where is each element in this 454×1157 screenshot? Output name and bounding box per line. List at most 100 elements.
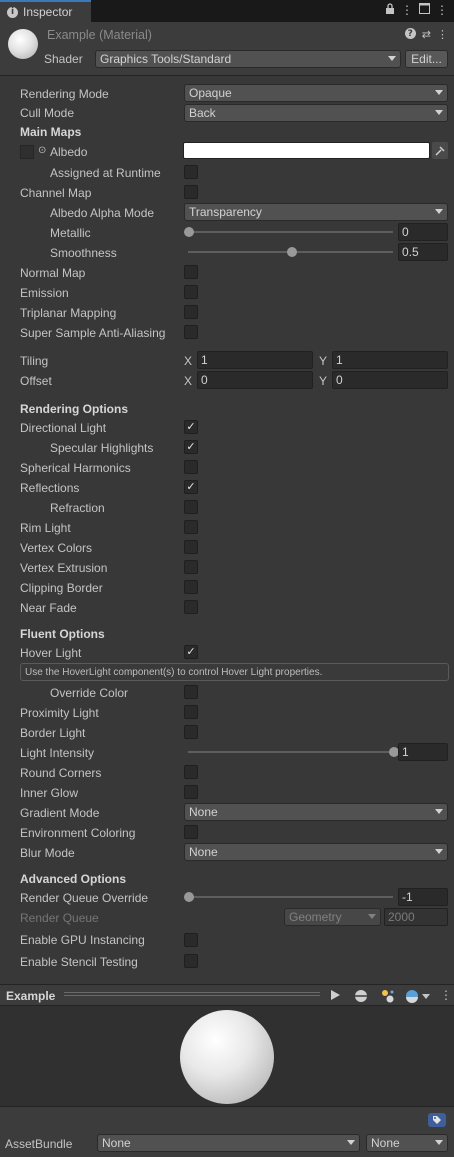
smoothness-slider-knob[interactable] bbox=[286, 247, 297, 257]
border-light-checkbox[interactable] bbox=[184, 725, 198, 739]
lights-icon[interactable] bbox=[380, 988, 396, 1007]
render-queue-label: Render Queue bbox=[20, 911, 99, 925]
smoothness-label: Smoothness bbox=[50, 246, 117, 260]
help-icon[interactable]: ? bbox=[404, 28, 416, 39]
ssaa-label: Super Sample Anti-Aliasing bbox=[20, 326, 166, 340]
preview-title: Example bbox=[6, 989, 56, 1003]
near-fade-checkbox[interactable] bbox=[184, 600, 198, 614]
chevron-down-icon bbox=[368, 914, 376, 919]
vertex-extrusion-checkbox[interactable] bbox=[184, 560, 198, 574]
rim-light-checkbox[interactable] bbox=[184, 520, 198, 534]
tiling-y-input[interactable]: 1 bbox=[332, 351, 448, 369]
hover-light-checkbox[interactable]: ✓ bbox=[184, 645, 198, 659]
light-intensity-input[interactable]: 1 bbox=[398, 743, 448, 761]
vertex-colors-checkbox[interactable] bbox=[184, 540, 198, 554]
clipping-border-checkbox[interactable] bbox=[184, 580, 198, 594]
asset-bundle-name-value: None bbox=[102, 1136, 131, 1150]
sphere-mesh-icon[interactable] bbox=[354, 989, 368, 1006]
light-intensity-slider-track[interactable] bbox=[188, 751, 393, 753]
albedo-alpha-mode-dropdown[interactable]: Transparency bbox=[184, 203, 448, 221]
inner-glow-checkbox[interactable] bbox=[184, 785, 198, 799]
proximity-light-label: Proximity Light bbox=[20, 706, 99, 720]
stencil-testing-label: Enable Stencil Testing bbox=[20, 955, 138, 969]
preview-drag-handle[interactable] bbox=[64, 990, 320, 1000]
gpu-instancing-checkbox[interactable] bbox=[184, 933, 198, 947]
cull-mode-dropdown[interactable]: Back bbox=[184, 104, 448, 122]
render-queue-override-slider-knob[interactable] bbox=[184, 892, 194, 902]
asset-bundle-name-dropdown[interactable]: None bbox=[97, 1134, 360, 1152]
offset-y-input[interactable]: 0 bbox=[332, 371, 448, 389]
assigned-at-runtime-checkbox[interactable] bbox=[184, 165, 198, 179]
chevron-down-icon bbox=[435, 209, 443, 214]
round-corners-checkbox[interactable] bbox=[184, 765, 198, 779]
spherical-harmonics-checkbox[interactable] bbox=[184, 460, 198, 474]
tiling-y-label: Y bbox=[319, 354, 328, 368]
material-thumbnail bbox=[8, 29, 38, 59]
material-preview-sphere[interactable] bbox=[180, 1010, 274, 1104]
play-icon[interactable] bbox=[329, 989, 341, 1004]
proximity-light-checkbox[interactable] bbox=[184, 705, 198, 719]
normal-map-checkbox[interactable] bbox=[184, 265, 198, 279]
offset-x-input[interactable]: 0 bbox=[197, 371, 313, 389]
more-vertical-icon[interactable]: ⋮ bbox=[440, 988, 452, 1002]
asset-bundle-variant-dropdown[interactable]: None bbox=[366, 1134, 448, 1152]
directional-light-checkbox[interactable]: ✓ bbox=[184, 420, 198, 434]
channel-map-checkbox[interactable] bbox=[184, 185, 198, 199]
shader-label: Shader bbox=[44, 52, 83, 66]
metallic-slider-knob[interactable] bbox=[184, 227, 194, 237]
stencil-testing-checkbox[interactable] bbox=[184, 954, 198, 968]
tab-inspector[interactable]: i Inspector bbox=[0, 0, 91, 22]
triplanar-mapping-checkbox[interactable] bbox=[184, 305, 198, 319]
ssaa-checkbox[interactable] bbox=[184, 325, 198, 339]
shader-value: Graphics Tools/Standard bbox=[100, 52, 232, 66]
clipping-border-label: Clipping Border bbox=[20, 581, 103, 595]
advanced-options-heading: Advanced Options bbox=[20, 872, 127, 886]
reflections-checkbox[interactable]: ✓ bbox=[184, 480, 198, 494]
render-queue-override-slider-track[interactable] bbox=[188, 896, 393, 898]
chevron-down-icon bbox=[422, 993, 430, 999]
skybox-dropdown[interactable] bbox=[405, 989, 430, 1003]
environment-coloring-label: Environment Coloring bbox=[20, 826, 136, 840]
round-corners-label: Round Corners bbox=[20, 766, 102, 780]
metallic-slider-track[interactable] bbox=[188, 231, 393, 233]
rendering-mode-dropdown[interactable]: Opaque bbox=[184, 84, 448, 102]
asset-bundle-bar: AssetBundle None None bbox=[0, 1106, 454, 1157]
eyedropper-icon[interactable] bbox=[432, 142, 448, 159]
albedo-color-field[interactable] bbox=[183, 142, 430, 159]
rim-light-label: Rim Light bbox=[20, 521, 71, 535]
blur-mode-dropdown[interactable]: None bbox=[184, 843, 448, 861]
near-fade-label: Near Fade bbox=[20, 601, 77, 615]
preview-toolbar: Example ⋮ bbox=[0, 984, 454, 1006]
tiling-x-input[interactable]: 1 bbox=[197, 351, 313, 369]
environment-coloring-checkbox[interactable] bbox=[184, 825, 198, 839]
metallic-input[interactable]: 0 bbox=[398, 223, 448, 241]
main-maps-heading: Main Maps bbox=[20, 125, 82, 139]
smoothness-input[interactable]: 0.5 bbox=[398, 243, 448, 261]
edit-shader-button[interactable]: Edit... bbox=[405, 50, 448, 68]
more-vertical-icon[interactable]: ⋮ bbox=[437, 28, 448, 41]
normal-map-label: Normal Map bbox=[20, 266, 86, 280]
maximize-icon[interactable] bbox=[419, 3, 430, 18]
rendering-options-heading: Rendering Options bbox=[20, 402, 128, 416]
gradient-mode-dropdown[interactable]: None bbox=[184, 803, 448, 821]
cull-mode-value: Back bbox=[189, 106, 216, 120]
object-picker-icon[interactable]: ⊙ bbox=[38, 145, 46, 156]
label-tag-icon[interactable] bbox=[428, 1113, 446, 1127]
render-queue-override-input[interactable]: -1 bbox=[398, 888, 448, 906]
override-color-checkbox[interactable] bbox=[184, 685, 198, 699]
render-queue-dropdown: Geometry bbox=[284, 908, 381, 926]
chevron-down-icon bbox=[435, 90, 443, 95]
cull-mode-label: Cull Mode bbox=[20, 106, 75, 120]
more-vertical-icon[interactable]: ⋮ bbox=[401, 3, 413, 18]
emission-checkbox[interactable] bbox=[184, 285, 198, 299]
albedo-texture-slot[interactable] bbox=[20, 145, 34, 159]
more-vertical-icon[interactable]: ⋮ bbox=[436, 3, 448, 18]
lock-icon[interactable] bbox=[385, 3, 395, 18]
specular-highlights-checkbox[interactable]: ✓ bbox=[184, 440, 198, 454]
light-intensity-label: Light Intensity bbox=[20, 746, 95, 760]
material-name: Example (Material) bbox=[47, 28, 152, 42]
offset-label: Offset bbox=[20, 374, 52, 388]
settings-sliders-icon[interactable]: ⇄ bbox=[422, 28, 431, 41]
refraction-checkbox[interactable] bbox=[184, 500, 198, 514]
shader-dropdown[interactable]: Graphics Tools/Standard bbox=[95, 50, 401, 68]
